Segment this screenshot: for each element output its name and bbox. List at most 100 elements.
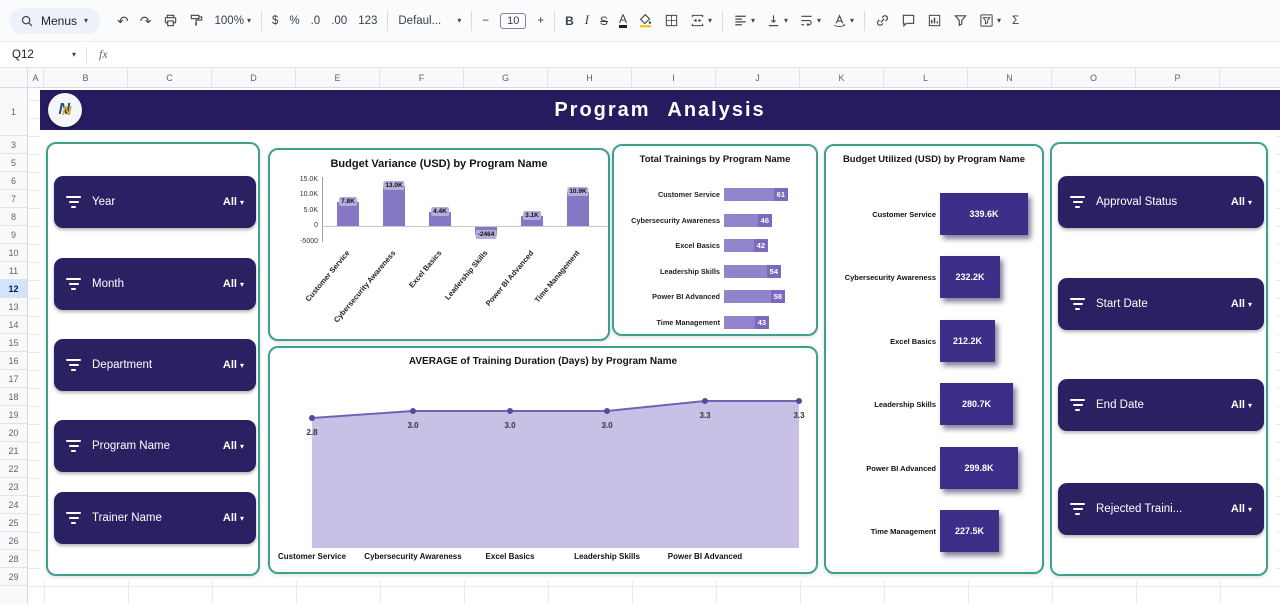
column-header-C[interactable]: C — [128, 68, 212, 87]
merge-cells-button[interactable]: ▾ — [685, 9, 717, 32]
row-header-6[interactable]: 6 — [0, 172, 27, 190]
column-header-E[interactable]: E — [296, 68, 380, 87]
filter-start-date[interactable]: Start DateAll▾ — [1058, 278, 1264, 330]
column-header-O[interactable]: O — [1052, 68, 1136, 87]
text-rotation-button[interactable]: ▾ — [827, 9, 859, 32]
undo-icon: ↶ — [117, 14, 129, 28]
format-percent-button[interactable]: % — [284, 11, 304, 31]
font-name-button[interactable]: Defaul...▾ — [393, 11, 466, 31]
filter-trainer-name[interactable]: Trainer NameAll▾ — [54, 492, 256, 544]
insert-chart-button[interactable] — [922, 9, 947, 32]
column-header-G[interactable]: G — [464, 68, 548, 87]
column-header-L[interactable]: L — [884, 68, 968, 87]
filter-month[interactable]: MonthAll▾ — [54, 258, 256, 310]
filter-approval-status[interactable]: Approval StatusAll▾ — [1058, 176, 1264, 228]
functions-button[interactable]: Σ — [1007, 11, 1024, 31]
budget-variance-chart[interactable]: Budget Variance (USD) by Program Name 15… — [268, 148, 610, 341]
row-header-13[interactable]: 13 — [0, 298, 27, 316]
row-header-8[interactable]: 8 — [0, 208, 27, 226]
row-header-16[interactable]: 16 — [0, 352, 27, 370]
decrease-decimal-places-button[interactable]: .0 — [306, 11, 326, 31]
horizontal-align-button[interactable]: ▾ — [728, 9, 760, 32]
select-all-corner[interactable] — [0, 68, 28, 87]
row-header-14[interactable]: 14 — [0, 316, 27, 334]
row-header-22[interactable]: 22 — [0, 460, 27, 478]
print-button[interactable] — [158, 9, 183, 32]
filter-department[interactable]: DepartmentAll▾ — [54, 339, 256, 391]
total-trainings-chart[interactable]: Total Trainings by Program Name Customer… — [612, 144, 818, 336]
zoom-button[interactable]: 100%▾ — [210, 11, 256, 31]
column-header-A[interactable]: A — [28, 68, 44, 87]
category-label: Excel Basics — [616, 239, 720, 252]
row-header-11[interactable]: 11 — [0, 262, 27, 280]
row-header-17[interactable]: 17 — [0, 370, 27, 388]
bar-value-label: 46 — [758, 214, 772, 227]
strikethrough-button[interactable]: S — [595, 10, 613, 32]
vertical-align-button[interactable]: ▾ — [761, 9, 793, 32]
row-header-26[interactable]: 26 — [0, 532, 27, 550]
row-header-18[interactable]: 18 — [0, 388, 27, 406]
row-header-9[interactable]: 9 — [0, 226, 27, 244]
row-header-3[interactable]: 3 — [0, 136, 27, 154]
filter-end-date[interactable]: End DateAll▾ — [1058, 379, 1264, 431]
insert-link-button[interactable] — [870, 9, 895, 32]
insert-comment-button[interactable] — [896, 9, 921, 32]
bold-label: B — [565, 14, 574, 28]
filter-program-name[interactable]: Program NameAll▾ — [54, 420, 256, 472]
menus-button[interactable]: Menus ▾ — [10, 8, 100, 34]
row-header-21[interactable]: 21 — [0, 442, 27, 460]
more-formats-button[interactable]: 123 — [353, 11, 382, 31]
column-header-B[interactable]: B — [44, 68, 128, 87]
row-header-10[interactable]: 10 — [0, 244, 27, 262]
filter-year[interactable]: YearAll▾ — [54, 176, 256, 228]
column-header-H[interactable]: H — [548, 68, 632, 87]
row-header-15[interactable]: 15 — [0, 334, 27, 352]
row-header-20[interactable]: 20 — [0, 424, 27, 442]
row-header-23[interactable]: 23 — [0, 478, 27, 496]
row-header-7[interactable]: 7 — [0, 190, 27, 208]
create-filter-button[interactable] — [948, 9, 973, 32]
bold-button[interactable]: B — [560, 10, 579, 32]
row-header-25[interactable]: 25 — [0, 514, 27, 532]
row-header-5[interactable]: 5 — [0, 154, 27, 172]
row-header-29[interactable]: 29 — [0, 568, 27, 586]
column-header-I[interactable]: I — [632, 68, 716, 87]
sheet-canvas[interactable]: N N Program Analysis YearAll▾MonthAll▾De… — [28, 88, 1280, 604]
filter-views-button[interactable]: ▾ — [974, 9, 1006, 32]
font-size-button[interactable]: 10 — [495, 9, 531, 33]
increase-font-size-button[interactable]: + — [532, 11, 549, 31]
budget-utilized-chart[interactable]: Budget Utilized (USD) by Program Name Cu… — [824, 144, 1044, 574]
text-wrapping-button[interactable]: ▾ — [794, 9, 826, 32]
undo-button[interactable]: ↶ — [112, 10, 134, 32]
column-header-P[interactable]: P — [1136, 68, 1220, 87]
filter-icon — [1070, 196, 1085, 209]
paint-format-button[interactable] — [184, 9, 209, 32]
toolbar-separator — [864, 11, 865, 31]
italic-label: I — [585, 13, 589, 28]
row-header-28[interactable]: 28 — [0, 550, 27, 568]
column-header-D[interactable]: D — [212, 68, 296, 87]
column-headers: ABCDEFGHIJKLNOP — [0, 68, 1280, 88]
row-header-1[interactable]: 1 — [0, 88, 27, 136]
column-header-F[interactable]: F — [380, 68, 464, 87]
decrease-font-size-label: − — [482, 15, 489, 27]
column-header-J[interactable]: J — [716, 68, 800, 87]
borders-button[interactable] — [659, 9, 684, 32]
decrease-font-size-button[interactable]: − — [477, 11, 494, 31]
italic-button[interactable]: I — [580, 9, 594, 32]
row-header-24[interactable]: 24 — [0, 496, 27, 514]
filter-rejected-traini[interactable]: Rejected Traini...All▾ — [1058, 483, 1264, 535]
column-header-K[interactable]: K — [800, 68, 884, 87]
row-header-19[interactable]: 19 — [0, 406, 27, 424]
formula-bar: Q12 ▾ fx — [0, 42, 1280, 68]
chart-title: Budget Utilized (USD) by Program Name — [826, 154, 1042, 165]
increase-decimal-places-button[interactable]: .00 — [326, 11, 352, 31]
format-currency-button[interactable]: $ — [267, 11, 283, 31]
row-header-12[interactable]: 12 — [0, 280, 27, 298]
fill-color-button[interactable] — [633, 9, 658, 32]
training-duration-chart[interactable]: AVERAGE of Training Duration (Days) by P… — [268, 346, 818, 574]
column-header-N[interactable]: N — [968, 68, 1052, 87]
redo-button[interactable]: ↷ — [135, 10, 157, 32]
text-color-button[interactable]: A — [614, 9, 632, 33]
name-box[interactable]: Q12 ▾ — [0, 49, 86, 61]
